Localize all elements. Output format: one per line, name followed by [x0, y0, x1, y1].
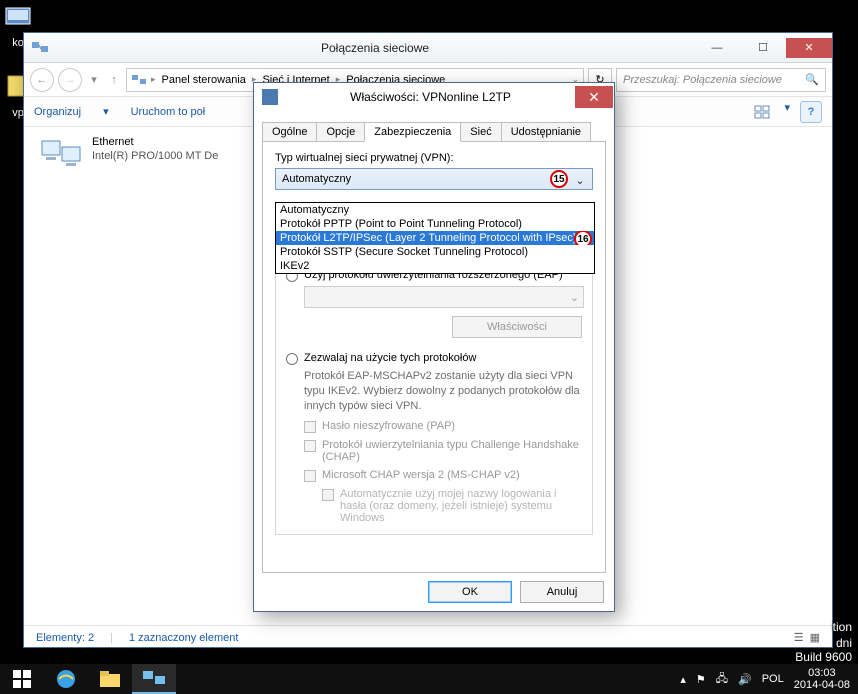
- organize-menu[interactable]: Organizuj: [34, 106, 81, 118]
- vpn-option[interactable]: Protokół SSTP (Secure Socket Tunneling P…: [276, 245, 594, 259]
- tab-security[interactable]: Zabezpieczenia: [364, 122, 461, 142]
- search-placeholder: Przeszukaj: Połączenia sieciowe: [623, 74, 782, 86]
- adapter-item[interactable]: Ethernet Intel(R) PRO/1000 MT De: [40, 135, 250, 171]
- forward-button[interactable]: →: [58, 68, 82, 92]
- adapter-icon: [40, 135, 84, 171]
- tab-network[interactable]: Sieć: [460, 122, 501, 142]
- checkbox-pap: [304, 421, 316, 433]
- vpn-option-selected[interactable]: Protokół L2TP/IPSec (Layer 2 Tunneling P…: [276, 231, 594, 245]
- chevron-down-icon: ⌄: [572, 172, 588, 188]
- help-button[interactable]: ?: [800, 101, 822, 123]
- back-button[interactable]: ←: [30, 68, 54, 92]
- tray-flag-icon[interactable]: ⚑: [696, 673, 706, 686]
- vpn-option[interactable]: Protokół PPTP (Point to Point Tunneling …: [276, 217, 594, 231]
- tray-volume-icon[interactable]: 🔊: [738, 673, 752, 686]
- status-item-count: Elementy: 2: [36, 632, 94, 644]
- run-connection[interactable]: Uruchom to poł: [131, 106, 206, 118]
- close-button[interactable]: ✕: [786, 38, 832, 58]
- details-view-icon[interactable]: ☰: [794, 631, 804, 644]
- taskbar-network[interactable]: [132, 664, 176, 694]
- vpn-type-dropdown-list: Automatyczny Protokół PPTP (Point to Poi…: [275, 202, 595, 274]
- annotation-badge-16: 16: [574, 231, 592, 245]
- tab-general[interactable]: Ogólne: [262, 122, 317, 142]
- tray-network-icon[interactable]: 🖧: [716, 670, 728, 689]
- taskbar: ▴ ⚑ 🖧 🔊 POL 03:03 2014-04-08: [0, 664, 858, 694]
- window-icon: [30, 38, 50, 58]
- search-icon: 🔍: [805, 73, 819, 86]
- search-input[interactable]: Przeszukaj: Połączenia sieciowe 🔍: [616, 68, 826, 92]
- vpn-option[interactable]: IKEv2: [276, 259, 594, 273]
- checkbox-pap-label: Hasło nieszyfrowane (PAP): [322, 420, 455, 432]
- ok-button[interactable]: OK: [428, 581, 512, 603]
- checkbox-chap: [304, 440, 316, 452]
- properties-dialog: Właściwości: VPNonline L2TP ✕ Ogólne Opc…: [253, 82, 615, 612]
- watermark-fragment: tion: [833, 620, 852, 636]
- tab-options[interactable]: Opcje: [316, 122, 365, 142]
- checkbox-mschap: [304, 470, 316, 482]
- properties-button: Właściwości: [452, 316, 582, 338]
- start-button[interactable]: [0, 664, 44, 694]
- maximize-button[interactable]: ☐: [740, 38, 786, 58]
- window-title: Połączenia sieciowe: [56, 41, 694, 55]
- radio-allow-protocols[interactable]: [286, 353, 298, 365]
- checkbox-mschap-label: Microsoft CHAP wersja 2 (MS-CHAP v2): [322, 469, 520, 481]
- vpn-type-combo[interactable]: Automatyczny 15 ⌄: [275, 168, 593, 190]
- vpn-option[interactable]: Automatyczny: [276, 203, 594, 217]
- vpn-type-label: Typ wirtualnej sieci prywatnej (VPN):: [275, 152, 593, 164]
- up-button[interactable]: ↑: [106, 68, 122, 92]
- minimize-button[interactable]: —: [694, 38, 740, 58]
- tab-strip: Ogólne Opcje Zabezpieczenia Sieć Udostęp…: [262, 121, 606, 141]
- checkbox-auto-label: Automatycznie użyj mojej nazwy logowania…: [340, 488, 582, 524]
- icons-view-icon[interactable]: ▦: [810, 631, 820, 644]
- auth-groupbox: Uwierzytelnianie Użyj protokołu uwierzyt…: [275, 256, 593, 535]
- taskbar-explorer[interactable]: [88, 664, 132, 694]
- dialog-icon: [262, 89, 278, 105]
- annotation-badge-15: 15: [550, 170, 568, 188]
- location-icon: [131, 72, 147, 88]
- allow-subtext: Protokół EAP-MSCHAPv2 zostanie użyty dla…: [304, 369, 582, 414]
- view-switcher[interactable]: [752, 101, 774, 123]
- history-dropdown[interactable]: ▾: [86, 68, 102, 92]
- combo-value: Automatyczny: [282, 173, 351, 185]
- close-button[interactable]: ✕: [575, 86, 613, 108]
- adapter-name: Ethernet: [92, 135, 218, 149]
- breadcrumb-item[interactable]: Panel sterowania: [160, 74, 248, 86]
- taskbar-ie[interactable]: [44, 664, 88, 694]
- status-selected: 1 zaznaczony element: [129, 632, 238, 644]
- checkbox-chap-label: Protokół uwierzytelniania typu Challenge…: [322, 439, 582, 463]
- adapter-desc: Intel(R) PRO/1000 MT De: [92, 149, 218, 163]
- tray-clock[interactable]: 03:03 2014-04-08: [794, 667, 850, 691]
- tray-language[interactable]: POL: [762, 673, 784, 685]
- radio-allow-label: Zezwalaj na użycie tych protokołów: [304, 352, 476, 364]
- tray-up-icon[interactable]: ▴: [680, 673, 686, 686]
- checkbox-auto-credentials: [322, 489, 334, 501]
- dialog-title: Właściwości: VPNonline L2TP: [286, 90, 575, 104]
- tab-sharing[interactable]: Udostępnianie: [501, 122, 591, 142]
- eap-method-combo: ⌄: [304, 286, 584, 308]
- cancel-button[interactable]: Anuluj: [520, 581, 604, 603]
